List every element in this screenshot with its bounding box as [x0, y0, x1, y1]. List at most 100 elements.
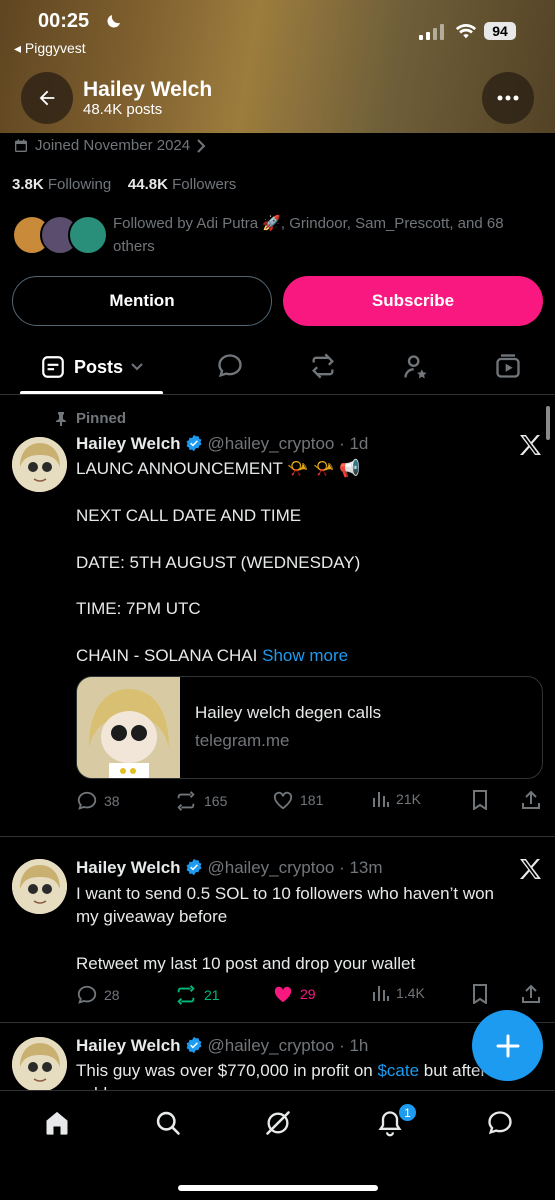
reply-button[interactable]: 28 — [76, 984, 120, 1006]
x-logo-icon[interactable] — [518, 858, 542, 880]
avatar — [68, 215, 108, 255]
post-text-line: DATE: 5TH AUGUST (WEDNESDAY) — [76, 553, 361, 572]
heart-icon — [273, 791, 293, 810]
cellular-signal-icon — [419, 24, 444, 40]
avatar[interactable] — [12, 437, 67, 492]
views-chart-icon — [373, 792, 389, 807]
tabs-divider — [0, 394, 555, 395]
bookmark-icon[interactable] — [471, 790, 489, 810]
link-card-image — [77, 677, 180, 778]
reply-button[interactable]: 38 — [76, 790, 120, 812]
tab-highlights-icon[interactable] — [402, 352, 430, 382]
notification-count-badge: 1 — [398, 1103, 417, 1122]
post-text-line: I want to send 0.5 SOL to 10 followers w… — [76, 884, 495, 903]
pinned-label: Pinned — [76, 410, 127, 427]
post-text-line: CHAIN - SOLANA CHAI Show more — [76, 646, 349, 665]
post-text: LAUNC ANNOUNCEMENT 📯 📯 📢 — [76, 459, 361, 478]
cashtag-link[interactable]: $cate — [377, 1061, 419, 1080]
search-icon[interactable] — [154, 1109, 182, 1137]
tab-media-icon[interactable] — [494, 352, 522, 380]
verified-badge-icon — [186, 858, 202, 876]
subscribe-button[interactable]: Subscribe — [283, 276, 543, 326]
author-handle[interactable]: @hailey_cryptoo · 1d — [207, 434, 368, 453]
moon-icon — [107, 15, 120, 28]
profile-header-name: Hailey Welch — [83, 78, 213, 101]
like-button[interactable]: 29 — [272, 984, 316, 1004]
link-card-domain: telegram.me — [195, 731, 290, 750]
share-icon[interactable] — [521, 984, 541, 1004]
post-actions: 38 165 181 21K — [0, 790, 555, 814]
calendar-icon — [15, 138, 27, 152]
post-header: Hailey Welch @hailey_cryptoo · 1d — [76, 434, 368, 454]
plus-icon — [496, 1034, 519, 1057]
more-icon — [497, 95, 519, 101]
mention-button[interactable]: Mention — [12, 276, 272, 326]
messages-icon[interactable] — [486, 1109, 514, 1137]
verified-badge-icon — [186, 434, 202, 452]
show-more-link[interactable]: Show more — [262, 646, 348, 665]
post-text-line: Retweet my last 10 post and drop your wa… — [76, 954, 416, 973]
tab-posts[interactable]: Posts — [20, 340, 163, 394]
home-indicator — [178, 1185, 378, 1191]
post-text-line: NEXT CALL DATE AND TIME — [76, 506, 302, 525]
posts-icon — [42, 356, 64, 378]
chevron-right-icon — [197, 138, 206, 153]
link-card-title: Hailey welch degen calls — [195, 703, 382, 722]
followers-link[interactable]: 44.8K Followers — [128, 176, 236, 193]
scrollbar[interactable] — [546, 406, 550, 440]
x-logo-icon[interactable] — [518, 434, 542, 456]
repost-icon — [177, 791, 195, 811]
post-header: Hailey Welch @hailey_cryptoo · 1h — [76, 1036, 368, 1056]
repost-icon — [177, 985, 195, 1005]
repost-button[interactable]: 165 — [174, 790, 227, 812]
back-to-app-link[interactable]: ◂ Piggyvest — [14, 40, 86, 57]
heart-filled-icon — [274, 986, 292, 1003]
grok-icon[interactable] — [264, 1109, 292, 1137]
post-header: Hailey Welch @hailey_cryptoo · 13m — [76, 858, 383, 878]
author-name[interactable]: Hailey Welch — [76, 1036, 181, 1055]
post-divider — [0, 836, 555, 837]
chevron-down-icon — [131, 363, 143, 371]
back-button[interactable] — [21, 72, 73, 124]
post-text-line: my giveaway before — [76, 907, 228, 926]
wifi-icon — [455, 24, 477, 39]
avatar[interactable] — [12, 1037, 67, 1092]
followed-by-text[interactable]: Followed by Adi Putra 🚀, Grindoor, Sam_P… — [113, 212, 543, 258]
tab-reposts-icon[interactable] — [308, 352, 338, 380]
joined-text: Joined November 2024 — [35, 137, 191, 154]
author-handle[interactable]: @hailey_cryptoo · 1h — [207, 1036, 368, 1055]
battery-indicator: 94 — [484, 22, 516, 40]
follow-stats: 3.8K Following 44.8K Followers — [12, 176, 236, 193]
bookmark-icon[interactable] — [471, 984, 489, 1004]
author-name[interactable]: Hailey Welch — [76, 434, 181, 453]
author-name[interactable]: Hailey Welch — [76, 858, 181, 877]
post-actions: 28 21 29 1.4K — [0, 984, 555, 1008]
repost-button[interactable]: 21 — [174, 984, 220, 1006]
post-text-line: This guy was over $770,000 in profit on … — [76, 1061, 487, 1080]
link-card[interactable]: Hailey welch degen calls telegram.me — [76, 676, 543, 779]
joined-date: Joined November 2024 — [13, 137, 206, 154]
like-button[interactable]: 181 — [272, 790, 323, 810]
home-icon[interactable] — [43, 1109, 71, 1137]
profile-posts-count: 48.4K posts — [83, 101, 163, 118]
pin-icon — [56, 412, 66, 426]
status-time: 00:25 — [38, 10, 90, 32]
bottom-navigation: 1 — [0, 1090, 555, 1200]
verified-badge-icon — [186, 1036, 202, 1054]
post-divider — [0, 1022, 555, 1023]
views-button[interactable]: 21K — [372, 790, 421, 808]
compose-post-button[interactable] — [472, 1010, 543, 1081]
views-chart-icon — [373, 986, 389, 1001]
tab-posts-label: Posts — [73, 356, 124, 377]
avatar[interactable] — [12, 859, 67, 914]
tab-replies-icon[interactable] — [216, 352, 244, 380]
reply-icon — [77, 791, 97, 810]
share-icon[interactable] — [521, 790, 541, 810]
post-text-line: TIME: 7PM UTC — [76, 599, 201, 618]
arrow-left-icon — [39, 90, 55, 106]
author-handle[interactable]: @hailey_cryptoo · 13m — [207, 858, 382, 877]
following-link[interactable]: 3.8K Following — [12, 176, 111, 193]
more-options-button[interactable] — [482, 72, 534, 124]
reply-icon — [77, 985, 97, 1004]
views-button[interactable]: 1.4K — [372, 984, 425, 1002]
